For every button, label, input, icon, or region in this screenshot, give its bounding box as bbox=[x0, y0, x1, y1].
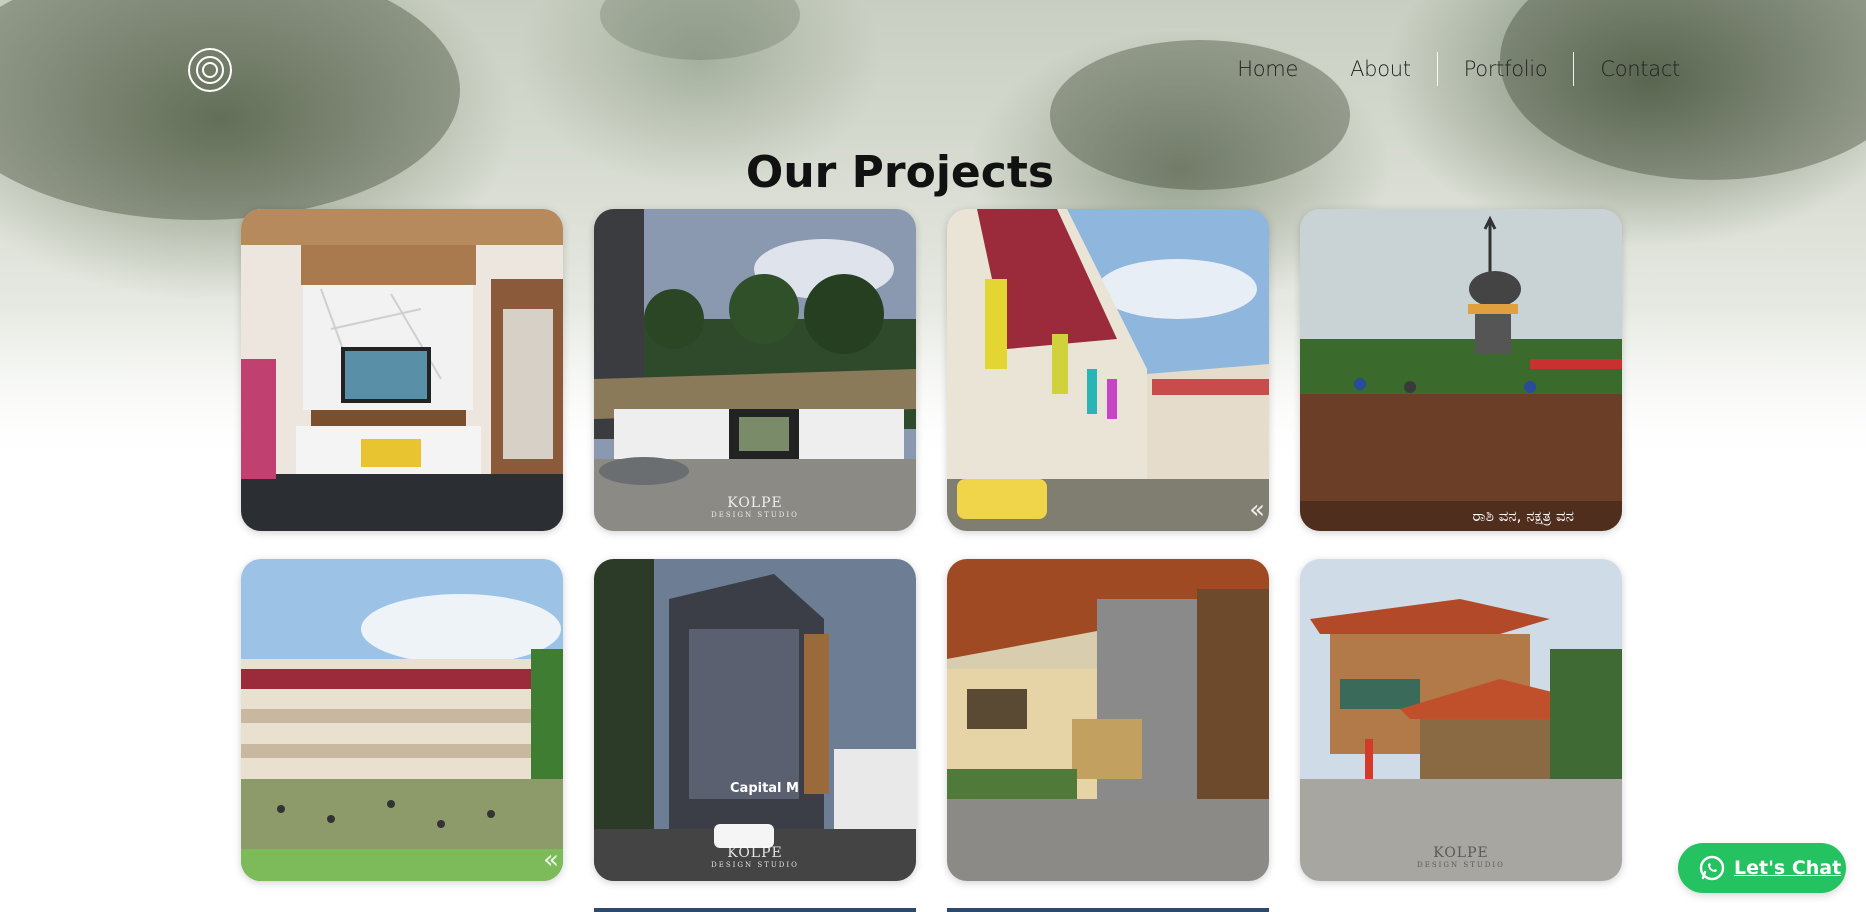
project-image-interior bbox=[241, 209, 563, 531]
project-card[interactable] bbox=[947, 559, 1269, 881]
watermark: KOLPE DESIGN STUDIO bbox=[711, 845, 799, 869]
project-card[interactable]: ರಾಶಿ ವನ, ನಕ್ಷತ್ರ ವನ bbox=[1300, 209, 1622, 531]
projects-grid: KOLPE DESIGN STUDIO « ರಾಶಿ ವನ, ನಕ್ಷತ್ರ ವ… bbox=[241, 209, 1622, 881]
chevron-double-left-icon: « bbox=[543, 845, 559, 875]
nav-home[interactable]: Home bbox=[1211, 53, 1324, 85]
project-image-statue bbox=[1300, 209, 1622, 531]
project-card[interactable]: KOLPE DESIGN STUDIO bbox=[594, 209, 916, 531]
project-card-next-row bbox=[947, 908, 1269, 912]
whatsapp-icon bbox=[1699, 855, 1725, 881]
project-image-veranda bbox=[947, 559, 1269, 881]
page-title: Our Projects bbox=[745, 147, 1055, 199]
whatsapp-chat-button[interactable]: Let's Chat bbox=[1678, 843, 1846, 893]
site-logo[interactable] bbox=[188, 48, 232, 92]
project-image-campus bbox=[241, 559, 563, 881]
project-card[interactable]: « bbox=[241, 559, 563, 881]
nav-contact[interactable]: Contact bbox=[1574, 53, 1706, 85]
chevron-double-left-icon: « bbox=[1249, 495, 1265, 525]
project-card[interactable]: « bbox=[947, 209, 1269, 531]
nav-portfolio[interactable]: Portfolio bbox=[1438, 53, 1574, 85]
watermark: KOLPE DESIGN STUDIO bbox=[711, 495, 799, 519]
project-image-school bbox=[947, 209, 1269, 531]
building-sign: Capital M bbox=[730, 781, 799, 796]
chat-label: Let's Chat bbox=[1734, 857, 1842, 879]
project-card-next-row bbox=[594, 908, 916, 912]
project-card[interactable] bbox=[241, 209, 563, 531]
project-card[interactable]: KOLPE DESIGN STUDIO bbox=[1300, 559, 1622, 881]
project-caption: ರಾಶಿ ವನ, ನಕ್ಷತ್ರ ವನ bbox=[1472, 507, 1574, 525]
project-image-commercial bbox=[594, 559, 916, 881]
nav-about[interactable]: About bbox=[1324, 53, 1437, 85]
watermark: KOLPE DESIGN STUDIO bbox=[1417, 845, 1505, 869]
project-image-house bbox=[1300, 559, 1622, 881]
main-nav: Home About Portfolio Contact bbox=[1211, 52, 1706, 86]
project-image-resort bbox=[594, 209, 916, 531]
project-card[interactable]: Capital M KOLPE DESIGN STUDIO bbox=[594, 559, 916, 881]
